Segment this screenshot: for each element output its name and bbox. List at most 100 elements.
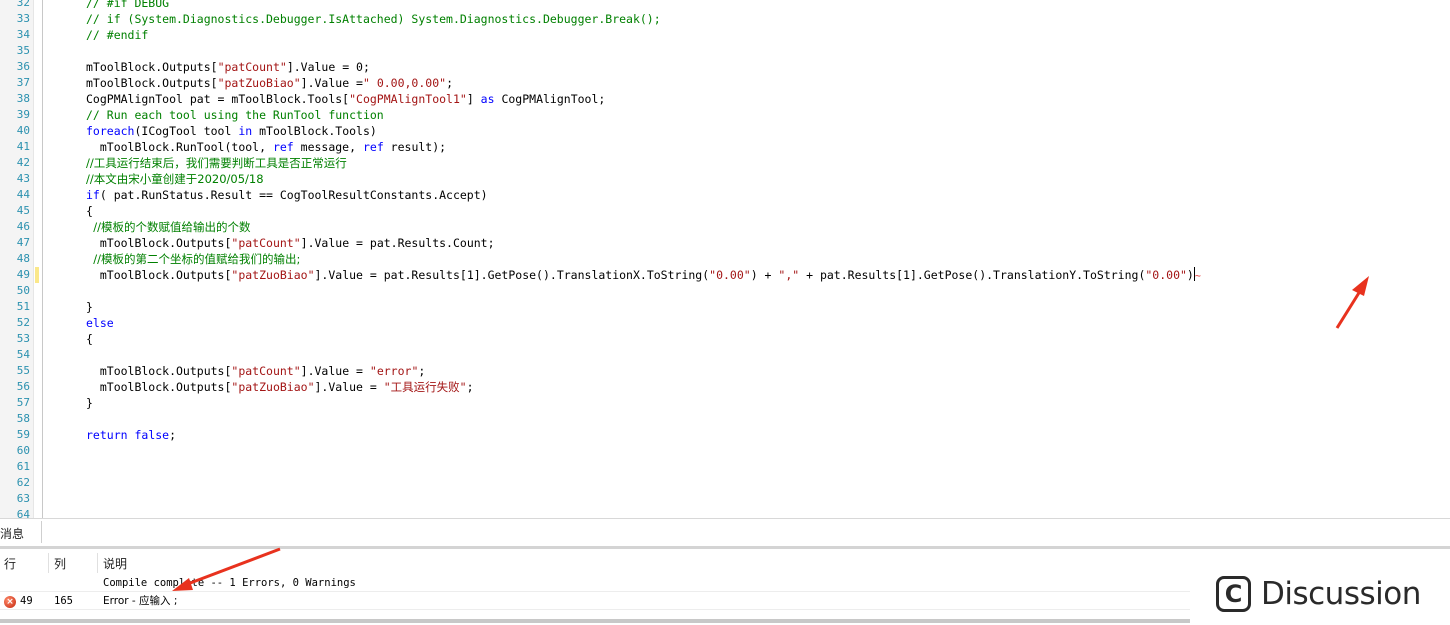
code-token: mToolBlock.Outputs[ xyxy=(86,380,232,394)
code-token: //模板的第二个坐标的值赋给我们的输出; xyxy=(86,252,301,266)
code-line[interactable]: 54 xyxy=(0,347,1450,363)
code-token: // Run each tool using the RunTool funct… xyxy=(86,108,384,122)
code-text: //本文由宋小童创建于2020/05/18 xyxy=(86,171,264,187)
code-token: // if (System.Diagnostics.Debugger.IsAtt… xyxy=(86,12,661,26)
code-editor[interactable]: 32 // #if DEBUG 33 // if (System.Diagnostic… xyxy=(0,0,1450,518)
code-line[interactable]: 41 mToolBlock.RunTool(tool, ref message,… xyxy=(0,139,1450,155)
code-line[interactable]: 48 //模板的第二个坐标的值赋给我们的输出; xyxy=(0,251,1450,267)
code-token: in xyxy=(238,124,253,138)
column-header-desc[interactable]: 说明 xyxy=(103,555,127,572)
code-token: CogPMAlignTool; xyxy=(494,92,606,106)
code-line[interactable]: 49 mToolBlock.Outputs["patZuoBiao"].Valu… xyxy=(0,267,1450,283)
code-line[interactable]: 36 mToolBlock.Outputs["patCount"].Value =… xyxy=(0,59,1450,75)
line-number: 53 xyxy=(16,332,30,345)
horizontal-scrollbar[interactable] xyxy=(0,619,1190,623)
code-token: "patCount" xyxy=(217,60,287,74)
code-token: message, xyxy=(293,140,363,154)
message-row-summary[interactable]: Compile complete -- 1 Errors, 0 Warnings xyxy=(0,575,1190,592)
code-token: mToolBlock.Outputs[ xyxy=(86,76,218,90)
watermark-text: Discussion xyxy=(1261,576,1421,612)
code-line[interactable]: 60 xyxy=(0,443,1450,459)
code-line[interactable]: 51} xyxy=(0,299,1450,315)
code-line[interactable]: 63 xyxy=(0,491,1450,507)
code-line[interactable]: 58 xyxy=(0,411,1450,427)
column-header-line[interactable]: 行 xyxy=(4,555,16,572)
modified-line-marker xyxy=(35,267,39,283)
code-line[interactable]: 37 mToolBlock.Outputs["patZuoBiao"].Value… xyxy=(0,75,1450,91)
code-line[interactable]: 47 mToolBlock.Outputs["patCount"].Value … xyxy=(0,235,1450,251)
line-number: 48 xyxy=(16,252,30,265)
code-token: //本文由宋小童创建于2020/05/18 xyxy=(86,172,264,186)
line-number: 45 xyxy=(16,204,30,217)
error-icon: × xyxy=(4,596,16,608)
code-line[interactable]: 62 xyxy=(0,475,1450,491)
code-line[interactable]: 35 xyxy=(0,43,1450,59)
message-desc: Error - 应输入 ; xyxy=(103,595,178,607)
column-header-col[interactable]: 列 xyxy=(54,555,66,572)
message-col: 165 xyxy=(54,595,73,607)
code-text: mToolBlock.Outputs["patCount"].Value = "… xyxy=(86,363,425,379)
code-line[interactable]: 42 //工具运行结束后，我们需要判断工具是否正常运行 xyxy=(0,155,1450,171)
message-row-error[interactable]: × 49 165 Error - 应输入 ; xyxy=(0,593,1190,610)
code-token: { xyxy=(86,204,93,218)
code-text: mToolBlock.RunTool(tool, ref message, re… xyxy=(86,139,446,155)
line-number: 37 xyxy=(16,76,30,89)
code-line[interactable]: 45 { xyxy=(0,203,1450,219)
code-token: "patZuoBiao" xyxy=(231,380,315,394)
code-text: mToolBlock.Outputs["patZuoBiao"].Value =… xyxy=(86,379,474,395)
code-token: "0.00" xyxy=(1145,268,1187,282)
code-token: // #endif xyxy=(86,28,149,42)
code-line[interactable]: 33 // if (System.Diagnostics.Debugger.IsA… xyxy=(0,11,1450,27)
line-number: 54 xyxy=(16,348,30,361)
tab-strip-divider xyxy=(0,546,1450,549)
code-token: mToolBlock.Outputs[ xyxy=(86,236,232,250)
line-number: 47 xyxy=(16,236,30,249)
code-line[interactable]: 34 // #endif xyxy=(0,27,1450,43)
code-text: mToolBlock.Outputs["patZuoBiao"].Value =… xyxy=(86,75,453,91)
code-line[interactable]: 40 foreach(ICogTool tool in mToolBlock.To… xyxy=(0,123,1450,139)
code-token: mToolBlock.Tools) xyxy=(252,124,377,138)
code-line[interactable]: 52 else xyxy=(0,315,1450,331)
code-line[interactable]: 53 { xyxy=(0,331,1450,347)
code-line[interactable]: 57} xyxy=(0,395,1450,411)
code-line[interactable]: 44 if( pat.RunStatus.Result == CogToolRes… xyxy=(0,187,1450,203)
code-line[interactable]: 39 // Run each tool using the RunTool fun… xyxy=(0,107,1450,123)
code-line[interactable]: 38 CogPMAlignTool pat = mToolBlock.Tools[… xyxy=(0,91,1450,107)
code-line[interactable]: 32 // #if DEBUG xyxy=(0,0,1450,11)
code-token: ].Value = xyxy=(300,76,363,90)
line-number: 64 xyxy=(16,508,30,518)
code-line[interactable]: 64 xyxy=(0,507,1450,518)
code-line[interactable]: 46 //模板的个数赋值给输出的个数 xyxy=(0,219,1450,235)
discussion-watermark: C Discussion xyxy=(1216,574,1421,614)
code-line[interactable]: 59 return false; xyxy=(0,427,1450,443)
line-number: 46 xyxy=(16,220,30,233)
code-token: return xyxy=(86,428,128,442)
tab-messages[interactable]: 消息 xyxy=(0,521,42,543)
code-token: ref xyxy=(272,140,294,154)
code-line[interactable]: 55 mToolBlock.Outputs["patCount"].Value … xyxy=(0,363,1450,379)
code-token: } xyxy=(86,300,93,314)
code-line[interactable]: 50 xyxy=(0,283,1450,299)
code-token: as xyxy=(480,92,495,106)
line-number: 33 xyxy=(16,12,30,25)
code-token: mToolBlock.Outputs[ xyxy=(86,364,232,378)
code-line[interactable]: 56 mToolBlock.Outputs["patZuoBiao"].Valu… xyxy=(0,379,1450,395)
code-line[interactable]: 43 //本文由宋小童创建于2020/05/18 xyxy=(0,171,1450,187)
code-text: // #if DEBUG xyxy=(86,0,169,11)
code-token: ].Value = pat.Results.Count; xyxy=(300,236,495,250)
code-token: result); xyxy=(383,140,447,154)
code-token: // #if DEBUG xyxy=(86,0,170,10)
code-token: //工具运行结束后，我们需要判断工具是否正常运行 xyxy=(86,156,347,170)
line-number: 44 xyxy=(16,188,30,201)
line-number: 34 xyxy=(16,28,30,41)
code-token: (ICogTool tool xyxy=(134,124,239,138)
code-token: mToolBlock.Outputs[ xyxy=(86,60,218,74)
line-number: 32 xyxy=(16,0,30,9)
code-text: mToolBlock.Outputs["patCount"].Value = p… xyxy=(86,235,495,251)
line-number: 38 xyxy=(16,92,30,105)
code-text: } xyxy=(86,299,93,315)
code-token: "patCount" xyxy=(231,364,301,378)
line-number: 39 xyxy=(16,108,30,121)
code-text: //模板的第二个坐标的值赋给我们的输出; xyxy=(86,251,300,267)
code-line[interactable]: 61 xyxy=(0,459,1450,475)
